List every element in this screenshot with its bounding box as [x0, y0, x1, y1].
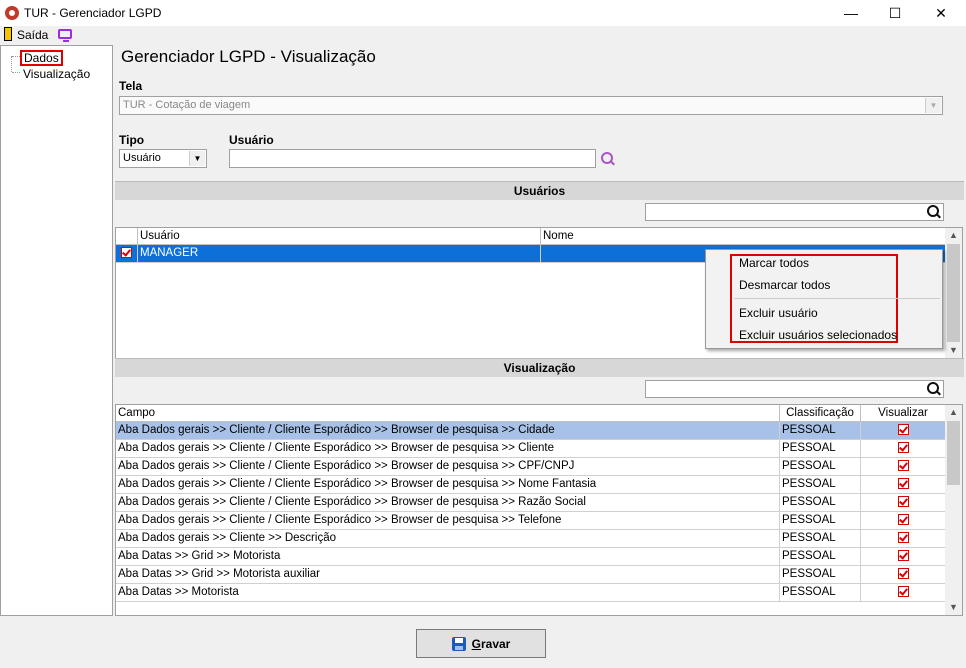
scroll-down-icon[interactable]: ▼ — [945, 343, 962, 358]
close-button[interactable]: ✕ — [918, 0, 964, 26]
cell-visualizar[interactable] — [861, 476, 946, 494]
search-icon[interactable] — [927, 205, 941, 219]
exit-menu-item[interactable]: Saída — [17, 28, 48, 42]
tela-select[interactable]: TUR - Cotação de viagem ▼ — [119, 96, 943, 115]
cell-campo: Aba Datas >> Grid >> Motorista auxiliar — [116, 566, 780, 584]
scroll-up-icon[interactable]: ▲ — [945, 228, 962, 243]
scroll-down-icon[interactable]: ▼ — [945, 600, 962, 615]
vis-section-header: Visualização — [115, 358, 964, 377]
menu-separator — [734, 298, 940, 299]
tree-lines — [11, 56, 20, 73]
grid-header-check — [116, 228, 138, 245]
vis-search-input[interactable] — [645, 380, 944, 398]
checkbox-checked-icon — [897, 460, 909, 472]
vis-grid: Campo Classificação Visualizar Aba Dados… — [115, 404, 963, 616]
cell-visualizar[interactable] — [861, 440, 946, 458]
tipo-select-value: Usuário — [123, 152, 161, 164]
app-icon — [5, 6, 19, 20]
cell-classificacao: PESSOAL — [780, 584, 861, 602]
cell-campo: Aba Dados gerais >> Cliente / Cliente Es… — [116, 458, 780, 476]
checkbox-checked-icon — [897, 496, 909, 508]
tree-item-visualizacao[interactable]: Visualização — [23, 67, 90, 81]
tela-select-value: TUR - Cotação de viagem — [123, 99, 251, 111]
page-title: Gerenciador LGPD - Visualização — [121, 47, 376, 66]
minimize-button[interactable]: — — [828, 0, 874, 26]
usuario-input[interactable] — [229, 149, 596, 168]
chevron-down-icon: ▼ — [925, 98, 941, 113]
tipo-label: Tipo — [119, 133, 145, 147]
vis-scrollbar[interactable]: ▲ ▼ — [945, 405, 962, 615]
search-icon[interactable] — [601, 152, 615, 166]
cell-visualizar[interactable] — [861, 530, 946, 548]
checkbox-checked-icon — [897, 478, 909, 490]
menu-item-excluir-usuario[interactable]: Excluir usuário — [739, 306, 818, 320]
cell-campo: Aba Dados gerais >> Cliente >> Descrição — [116, 530, 780, 548]
maximize-button[interactable]: ☐ — [872, 0, 918, 26]
cell-classificacao: PESSOAL — [780, 566, 861, 584]
title-bar: TUR - Gerenciador LGPD — ☐ ✕ — [0, 0, 966, 26]
cell-classificacao: PESSOAL — [780, 422, 861, 440]
checkbox-checked-icon — [897, 514, 909, 526]
cell-classificacao: PESSOAL — [780, 530, 861, 548]
grid-header-nome[interactable]: Nome — [541, 228, 946, 245]
cell-classificacao: PESSOAL — [780, 494, 861, 512]
cell-classificacao: PESSOAL — [780, 458, 861, 476]
cell-campo: Aba Dados gerais >> Cliente / Cliente Es… — [116, 494, 780, 512]
users-section-header: Usuários — [115, 181, 964, 200]
scroll-up-icon[interactable]: ▲ — [945, 405, 962, 420]
cell-usuario: MANAGER — [138, 245, 541, 263]
exit-icon[interactable] — [4, 27, 12, 41]
users-scrollbar[interactable]: ▲ ▼ — [945, 228, 962, 358]
grid-header-campo[interactable]: Campo — [116, 405, 780, 422]
cell-campo: Aba Datas >> Grid >> Motorista — [116, 548, 780, 566]
cell-visualizar[interactable] — [861, 584, 946, 602]
menu-bar — [0, 26, 966, 44]
menu-item-excluir-selecionados[interactable]: Excluir usuários selecionados — [739, 328, 897, 342]
cell-campo: Aba Dados gerais >> Cliente / Cliente Es… — [116, 476, 780, 494]
usuario-label: Usuário — [229, 133, 274, 147]
scroll-thumb[interactable] — [947, 421, 960, 485]
cell-visualizar[interactable] — [861, 494, 946, 512]
tela-label: Tela — [119, 79, 143, 93]
cell-classificacao: PESSOAL — [780, 476, 861, 494]
grid-header-usuario[interactable]: Usuário — [138, 228, 541, 245]
checkbox-checked-icon — [897, 568, 909, 580]
monitor-icon[interactable] — [58, 29, 72, 42]
floppy-disk-icon — [451, 636, 466, 651]
checkbox-checked-icon — [897, 442, 909, 454]
gravar-button[interactable]: Gravar — [416, 629, 546, 658]
scroll-thumb[interactable] — [947, 244, 960, 342]
menu-item-desmarcar-todos[interactable]: Desmarcar todos — [739, 278, 830, 292]
checkbox-checked-icon — [897, 424, 909, 436]
cell-classificacao: PESSOAL — [780, 512, 861, 530]
grid-header-classificacao[interactable]: Classificação — [780, 405, 861, 422]
search-icon[interactable] — [927, 382, 941, 396]
cell-campo: Aba Dados gerais >> Cliente / Cliente Es… — [116, 422, 780, 440]
cell-campo: Aba Dados gerais >> Cliente / Cliente Es… — [116, 440, 780, 458]
cell-visualizar[interactable] — [861, 512, 946, 530]
cell-campo: Aba Datas >> Motorista — [116, 584, 780, 602]
tree-item-dados[interactable]: Dados — [20, 50, 63, 66]
navigation-tree: Dados Visualização — [0, 45, 113, 616]
row-checkbox[interactable] — [116, 245, 138, 263]
cell-classificacao: PESSOAL — [780, 548, 861, 566]
window-title: TUR - Gerenciador LGPD — [24, 6, 162, 20]
cell-visualizar[interactable] — [861, 566, 946, 584]
chevron-down-icon: ▼ — [189, 151, 205, 166]
gravar-button-label: Gravar — [471, 636, 511, 651]
menu-item-marcar-todos[interactable]: Marcar todos — [739, 256, 809, 270]
cell-visualizar[interactable] — [861, 458, 946, 476]
checkbox-checked-icon — [897, 586, 909, 598]
cell-visualizar[interactable] — [861, 548, 946, 566]
checkbox-checked-icon — [121, 247, 132, 259]
cell-visualizar[interactable] — [861, 422, 946, 440]
checkbox-checked-icon — [897, 550, 909, 562]
tipo-select[interactable]: Usuário ▼ — [119, 149, 207, 168]
cell-campo: Aba Dados gerais >> Cliente / Cliente Es… — [116, 512, 780, 530]
checkbox-checked-icon — [897, 532, 909, 544]
users-search-input[interactable] — [645, 203, 944, 221]
grid-header-visualizar[interactable]: Visualizar — [861, 405, 946, 422]
cell-classificacao: PESSOAL — [780, 440, 861, 458]
